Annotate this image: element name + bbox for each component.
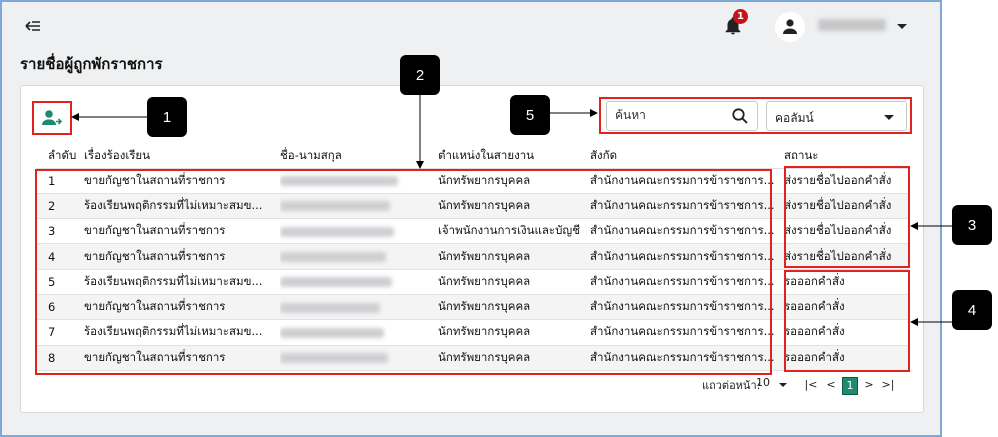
callout-arrows xyxy=(71,95,952,326)
